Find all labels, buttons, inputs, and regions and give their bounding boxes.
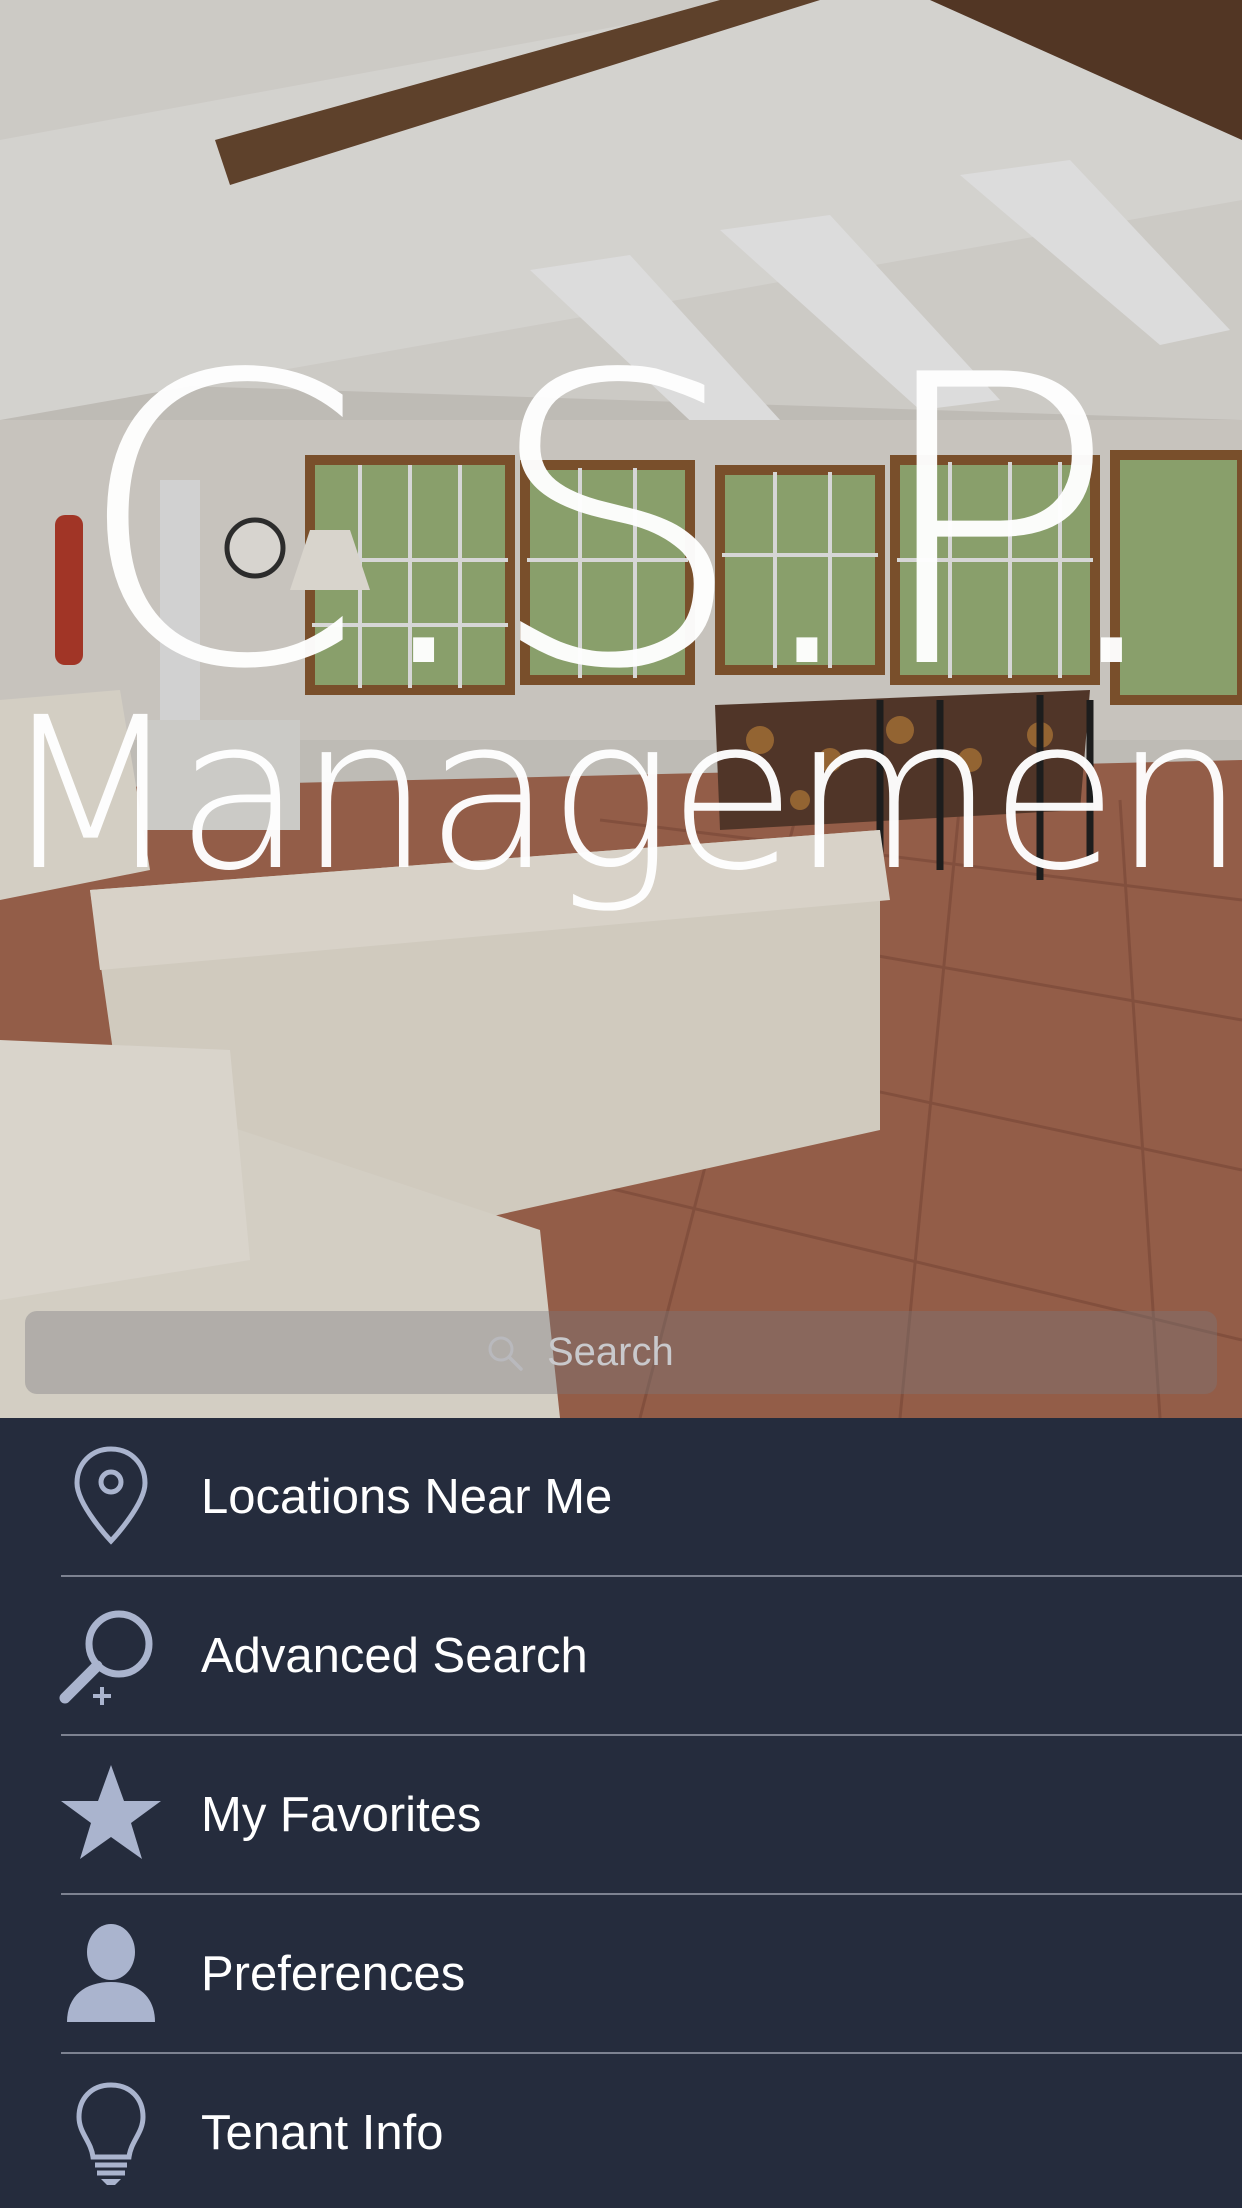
menu-item-tenant-info[interactable]: Tenant Info — [0, 2054, 1242, 2208]
menu-item-label: Locations Near Me — [201, 1469, 613, 1524]
menu-item-label: Advanced Search — [201, 1628, 588, 1683]
star-icon — [55, 1759, 167, 1871]
main-menu: Locations Near Me Advanced Search My Fav… — [0, 1418, 1242, 2208]
menu-item-advanced-search[interactable]: Advanced Search — [0, 1577, 1242, 1734]
menu-item-label: Preferences — [201, 1946, 466, 2001]
menu-item-label: Tenant Info — [201, 2105, 444, 2160]
menu-item-preferences[interactable]: Preferences — [0, 1895, 1242, 2052]
menu-item-label: My Favorites — [201, 1787, 482, 1842]
search-icon — [488, 1336, 523, 1371]
menu-item-locations-near-me[interactable]: Locations Near Me — [0, 1418, 1242, 1575]
search-input[interactable] — [547, 1330, 757, 1375]
search-bar[interactable] — [25, 1311, 1217, 1394]
lightbulb-icon — [55, 2077, 167, 2189]
location-pin-icon — [55, 1441, 167, 1553]
magnifier-plus-icon — [55, 1600, 167, 1712]
hero-background: C.S.P. Management — [0, 0, 1242, 1418]
menu-item-my-favorites[interactable]: My Favorites — [0, 1736, 1242, 1893]
interior-photo — [0, 0, 1242, 1418]
person-icon — [55, 1918, 167, 2030]
